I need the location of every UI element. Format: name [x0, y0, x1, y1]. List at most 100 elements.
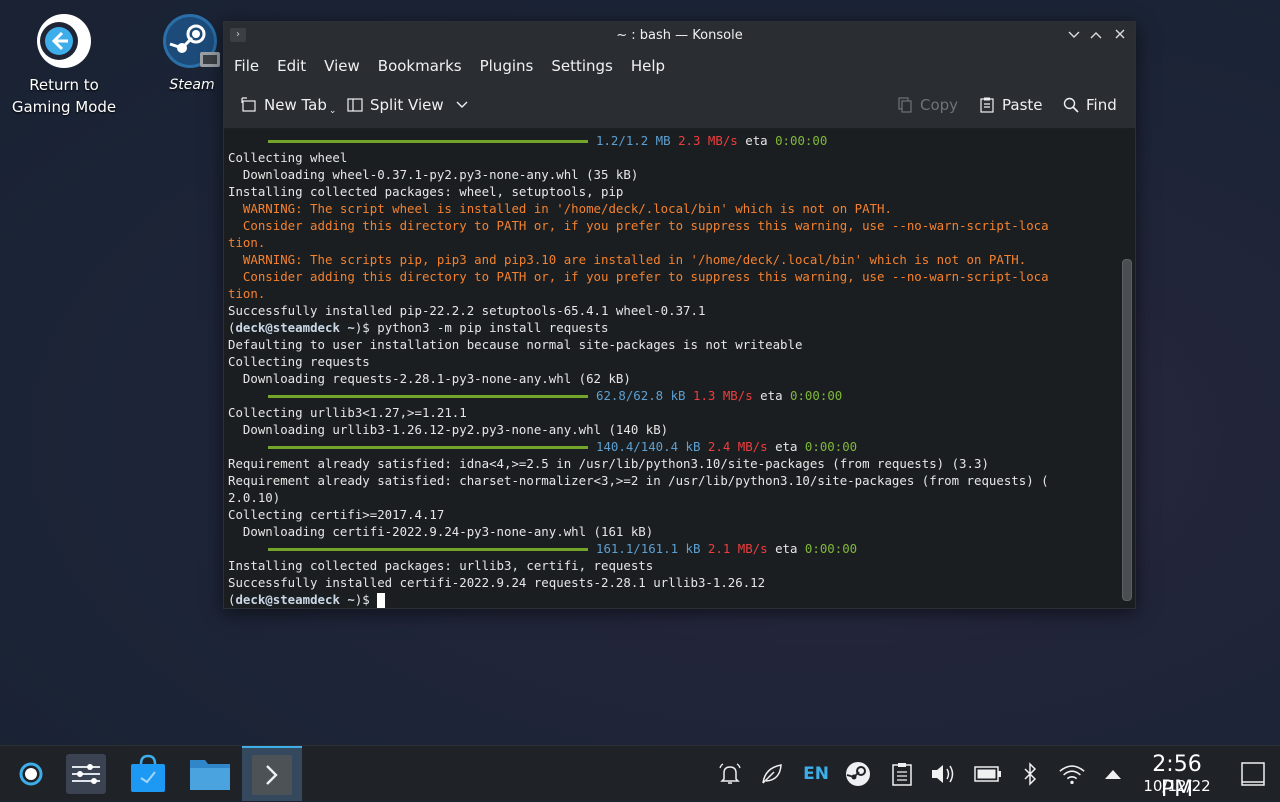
- warning-text: Consider adding this directory to PATH o…: [228, 269, 1049, 284]
- konsole-task[interactable]: [242, 746, 302, 801]
- menu-plugins[interactable]: Plugins: [474, 57, 546, 75]
- copy-button[interactable]: Copy: [897, 82, 958, 128]
- new-tab-icon: [241, 97, 256, 112]
- bluetooth-icon[interactable]: [1016, 760, 1044, 788]
- download-size: 62.8/62.8 kB: [596, 388, 686, 403]
- menu-help[interactable]: Help: [625, 57, 677, 75]
- menu-edit[interactable]: Edit: [271, 57, 318, 75]
- download-size: 1.2/1.2 MB: [596, 133, 671, 148]
- terminal-line: Installing collected packages: urllib3, …: [228, 557, 653, 574]
- output-text: Installing collected packages: urllib3, …: [228, 558, 654, 573]
- download-speed: 2.4 MB/s: [707, 439, 768, 454]
- eta-value: 0:00:00: [775, 133, 828, 148]
- terminal-line: 2.0.10): [228, 489, 280, 506]
- eta-label: eta: [760, 388, 783, 403]
- new-tab-label: New Tab: [264, 96, 327, 114]
- clipboard-icon[interactable]: [888, 760, 916, 788]
- download-speed: 1.3 MB/s: [693, 388, 753, 403]
- eta-value: 0:00:00: [790, 388, 843, 403]
- terminal-output[interactable]: 1.2/1.2 MB 2.3 MB/s eta 0:00:00 Collectin…: [224, 129, 1118, 608]
- terminal-line: Successfully installed certifi-2022.9.24…: [228, 574, 765, 591]
- show-desktop-icon[interactable]: [1238, 760, 1268, 788]
- terminal-line: 140.4/140.4 kB 2.4 MB/s eta 0:00:00: [228, 438, 857, 455]
- terminal-line: Defaulting to user installation because …: [228, 336, 802, 353]
- warning-text: Consider adding this directory to PATH o…: [228, 218, 1049, 233]
- taskbar: EN: [0, 745, 1280, 801]
- new-tab-button[interactable]: New Tab ⌄: [241, 82, 336, 128]
- scrollbar-thumb[interactable]: [1122, 259, 1132, 601]
- return-label-line2: Gaming Mode: [11, 98, 117, 116]
- clock-date[interactable]: 10/12/22: [1134, 777, 1220, 795]
- terminal-line: 161.1/161.1 kB 2.1 MB/s eta 0:00:00: [228, 540, 857, 557]
- output-text: Downloading certifi-2022.9.24-py3-none-a…: [228, 524, 654, 539]
- output-text: Installing collected packages: wheel, se…: [228, 184, 624, 199]
- output-text: Downloading requests-2.28.1-py3-none-any…: [228, 371, 631, 386]
- notifications-icon[interactable]: [716, 760, 744, 788]
- output-text: Collecting requests: [228, 354, 370, 369]
- folder-icon: [190, 759, 230, 790]
- download-speed: 2.3 MB/s: [678, 133, 738, 148]
- toolbar: New Tab ⌄ Split View Copy Paste Find: [224, 82, 1135, 129]
- output-text: Requirement already satisfied: idna<4,>=…: [228, 456, 989, 471]
- output-text: Collecting wheel: [228, 150, 348, 165]
- search-icon: [1063, 97, 1079, 113]
- steam-icon: [162, 12, 222, 70]
- menu-file[interactable]: File: [228, 57, 271, 75]
- application-launcher-button[interactable]: [0, 746, 60, 801]
- progress-bar: [268, 140, 588, 143]
- download-size: 140.4/140.4 kB: [596, 439, 701, 454]
- terminal-icon: [252, 754, 292, 795]
- close-icon[interactable]: [1110, 26, 1130, 46]
- window-title: ~ : bash — Konsole: [616, 28, 743, 43]
- konsole-window: › ~ : bash — Konsole File Edit View Book…: [223, 21, 1136, 609]
- eta-value: 0:00:00: [804, 439, 858, 454]
- title-bar[interactable]: › ~ : bash — Konsole: [224, 22, 1135, 50]
- minimize-icon[interactable]: [1064, 26, 1084, 46]
- terminal-line: Collecting urllib3<1.27,>=1.21.1: [228, 404, 467, 421]
- volume-icon[interactable]: [930, 760, 958, 788]
- maximize-icon[interactable]: [1086, 26, 1106, 46]
- progress-bar: [268, 446, 588, 449]
- terminal-line: WARNING: The scripts pip, pip3 and pip3.…: [228, 251, 1026, 268]
- split-view-label: Split View: [370, 96, 444, 114]
- return-arrow-icon: [36, 12, 92, 70]
- terminal-line: 62.8/62.8 kB 1.3 MB/s eta 0:00:00: [228, 387, 842, 404]
- find-label: Find: [1086, 96, 1117, 114]
- menu-settings[interactable]: Settings: [545, 57, 625, 75]
- warning-text: WARNING: The script wheel is installed i…: [228, 201, 892, 216]
- terminal-line: Downloading wheel-0.37.1-py2.py3-none-an…: [228, 166, 638, 183]
- output-text: Downloading urllib3-1.26.12-py2.py3-none…: [228, 422, 669, 437]
- steam-shortcut[interactable]: Steam: [150, 12, 234, 96]
- keyboard-layout-indicator[interactable]: EN: [802, 760, 830, 788]
- split-view-button[interactable]: Split View: [347, 82, 475, 128]
- menu-bar: File Edit View Bookmarks Plugins Setting…: [224, 50, 1135, 82]
- terminal-line: tion.: [228, 234, 265, 251]
- menu-bookmarks[interactable]: Bookmarks: [372, 57, 474, 75]
- wifi-icon[interactable]: [1058, 760, 1086, 788]
- terminal-scrollbar[interactable]: [1118, 129, 1135, 608]
- power-profile-leaf-icon[interactable]: [758, 760, 786, 788]
- steam-label: Steam: [169, 77, 215, 93]
- warning-text: tion.: [228, 235, 266, 250]
- eta-label: eta: [775, 439, 798, 454]
- system-settings-task[interactable]: [56, 746, 116, 801]
- menu-view[interactable]: View: [318, 57, 372, 75]
- terminal-line: Successfully installed pip-22.2.2 setupt…: [228, 302, 705, 319]
- prompt-dir: ~: [347, 320, 355, 335]
- find-button[interactable]: Find: [1063, 82, 1117, 128]
- terminal-line: Consider adding this directory to PATH o…: [228, 268, 1049, 285]
- file-manager-task[interactable]: [180, 746, 240, 801]
- paste-label: Paste: [1002, 96, 1043, 114]
- return-to-gaming-mode-shortcut[interactable]: Return to Gaming Mode: [8, 12, 120, 118]
- discover-store-task[interactable]: [118, 746, 178, 801]
- text-cursor: [377, 593, 386, 608]
- dropdown-indicator-icon: ⌄: [328, 106, 337, 116]
- warning-text: WARNING: The scripts pip, pip3 and pip3.…: [228, 252, 1027, 267]
- paste-button[interactable]: Paste: [979, 82, 1043, 128]
- show-hidden-icons-arrow-icon[interactable]: [1099, 760, 1127, 788]
- steam-tray-icon[interactable]: [844, 760, 872, 788]
- download-size: 161.1/161.1 kB: [596, 541, 701, 556]
- battery-icon[interactable]: [974, 760, 1002, 788]
- terminal-line: Requirement already satisfied: idna<4,>=…: [228, 455, 989, 472]
- terminal-line: Installing collected packages: wheel, se…: [228, 183, 623, 200]
